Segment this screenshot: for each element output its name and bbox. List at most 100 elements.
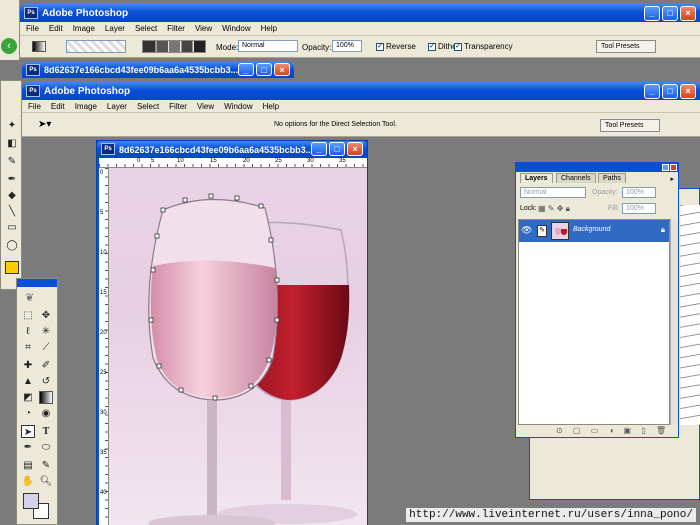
menu-image[interactable]: Image xyxy=(73,24,95,33)
clone-stamp-icon[interactable]: ▲ xyxy=(21,375,35,388)
transparency-checkbox[interactable]: ✓ xyxy=(454,42,462,51)
dodge-tool-icon[interactable]: ◉ xyxy=(39,407,53,420)
reverse-checkbox[interactable]: ✓ xyxy=(376,42,384,51)
menu-view[interactable]: View xyxy=(197,102,214,111)
marquee-tool-icon[interactable]: ⬚ xyxy=(21,309,35,322)
blend-mode-select[interactable]: Normal xyxy=(520,187,586,198)
paint-bucket-icon[interactable]: ◆ xyxy=(5,189,19,202)
menu-help[interactable]: Help xyxy=(263,102,279,111)
close-button[interactable]: × xyxy=(680,6,696,21)
layer-row-background[interactable]: 👁︎ ✎ Background 🔒︎ xyxy=(519,220,669,242)
vertical-ruler[interactable]: 0 5 10 15 20 25 30 35 40 xyxy=(99,168,109,525)
blur-tool-icon[interactable]: ◔ xyxy=(21,407,35,420)
magic-wand-icon[interactable]: ✳ xyxy=(39,325,53,338)
shape-tool-icon[interactable]: ⬭ xyxy=(39,441,53,454)
document-minimize-button[interactable]: _ xyxy=(311,142,327,156)
back-arrow-icon[interactable]: ‹ xyxy=(1,38,17,54)
minimize-button[interactable]: _ xyxy=(644,6,660,21)
eraser-tool-icon[interactable]: ◩ xyxy=(21,391,35,404)
menu-image[interactable]: Image xyxy=(75,102,97,111)
tab-layers[interactable]: Layers xyxy=(520,173,553,183)
history-brush-icon[interactable]: ↺ xyxy=(39,375,53,388)
menu-view[interactable]: View xyxy=(195,24,212,33)
front-window-titlebar[interactable]: Ps Adobe Photoshop _ □ × xyxy=(22,82,700,100)
menu-filter[interactable]: Filter xyxy=(169,102,187,111)
menu-select[interactable]: Select xyxy=(135,24,157,33)
lasso-tool-icon[interactable]: ℓ xyxy=(21,325,35,338)
gradient-tool-icon[interactable] xyxy=(32,41,46,52)
crop-tool-icon[interactable]: ⌗ xyxy=(21,341,35,354)
doc-minimize-button[interactable]: _ xyxy=(238,63,254,76)
mode-select[interactable]: Normal xyxy=(238,40,298,52)
panel-close-button[interactable] xyxy=(670,164,677,171)
pattern-stamp-icon[interactable]: ✦ xyxy=(5,119,19,132)
visibility-eye-icon[interactable]: 👁︎ xyxy=(521,225,533,237)
document-titlebar[interactable]: Ps 8d62637e166cbcd43fee09b6aa6a4535bcbb3… xyxy=(97,141,367,158)
menu-window[interactable]: Window xyxy=(222,24,250,33)
direct-selection-tool-icon[interactable]: ➤▾ xyxy=(38,119,51,130)
layer-opacity-field[interactable]: 100% xyxy=(622,187,656,198)
menu-file[interactable]: File xyxy=(26,24,39,33)
menu-filter[interactable]: Filter xyxy=(167,24,185,33)
minimize-button[interactable]: _ xyxy=(644,84,660,99)
fill-field[interactable]: 100% xyxy=(622,203,656,214)
layers-panel-header[interactable] xyxy=(516,163,678,172)
layers-footer-icons[interactable]: ⊙ ▢ ▭ ◑ ▣ ▯ 🗑︎ xyxy=(556,426,670,435)
tab-paths[interactable]: Paths xyxy=(598,173,626,183)
menu-window[interactable]: Window xyxy=(224,102,252,111)
hand-tool-icon[interactable]: ✋ xyxy=(21,475,35,488)
type-tool-icon[interactable]: T xyxy=(39,425,53,438)
gradient-picker[interactable] xyxy=(66,40,126,53)
panel-menu-arrow-icon[interactable]: ▸ xyxy=(670,175,674,183)
toolbox-header[interactable] xyxy=(17,279,57,287)
brush-link-icon[interactable]: ✎ xyxy=(537,225,547,237)
menu-edit[interactable]: Edit xyxy=(51,102,65,111)
back-doc-titlebar[interactable]: Ps 8d62637e166cbcd43fee09b6aa6a4535bcbb3… xyxy=(22,62,294,78)
ellipse-icon[interactable]: ◯ xyxy=(5,239,19,252)
move-tool-icon[interactable]: ✥ xyxy=(39,309,53,322)
gradient-tool-icon[interactable] xyxy=(39,391,53,404)
reverse-option[interactable]: ✓ Reverse xyxy=(376,42,416,51)
opacity-field[interactable]: 100% xyxy=(332,40,362,52)
dither-checkbox[interactable]: ✓ xyxy=(428,42,436,51)
eraser-icon[interactable]: ◧ xyxy=(5,137,19,150)
document-close-button[interactable]: × xyxy=(347,142,363,156)
panel-minimize-button[interactable] xyxy=(662,164,669,171)
back-window-titlebar[interactable]: Ps Adobe Photoshop _ □ × xyxy=(20,4,700,22)
close-button[interactable]: × xyxy=(680,84,696,99)
slice-tool-icon[interactable]: ⟋ xyxy=(39,341,53,354)
menu-help[interactable]: Help xyxy=(261,24,277,33)
doc-close-button[interactable]: × xyxy=(274,63,290,76)
gradient-type-buttons[interactable] xyxy=(142,40,206,53)
notes-tool-icon[interactable]: ▤ xyxy=(21,459,35,472)
healing-brush-icon[interactable]: ✚ xyxy=(21,359,35,372)
lock-icons[interactable]: ▦ ✎ ✥ 🔒︎ xyxy=(538,204,570,214)
direct-selection-icon[interactable]: ➤ xyxy=(21,425,35,438)
menu-file[interactable]: File xyxy=(28,102,41,111)
brush-tool-icon[interactable]: ✐ xyxy=(39,359,53,372)
eyedropper-icon[interactable]: ✎ xyxy=(5,155,19,168)
tool-presets-tab[interactable]: Tool Presets xyxy=(596,40,656,53)
document-canvas[interactable] xyxy=(109,168,367,525)
menu-select[interactable]: Select xyxy=(137,102,159,111)
eyedropper-tool-icon[interactable]: ✎ xyxy=(39,459,53,472)
tab-channels[interactable]: Channels xyxy=(556,173,596,183)
document-maximize-button[interactable]: □ xyxy=(329,142,345,156)
maximize-button[interactable]: □ xyxy=(662,6,678,21)
zoom-tool-icon[interactable]: 🔍︎ xyxy=(39,475,53,488)
maximize-button[interactable]: □ xyxy=(662,84,678,99)
tool-presets-tab[interactable]: Tool Presets xyxy=(600,119,660,132)
transparency-option[interactable]: ✓ Transparency xyxy=(454,42,513,51)
color-swatch-icon[interactable] xyxy=(5,261,19,274)
menu-edit[interactable]: Edit xyxy=(49,24,63,33)
layers-scrollbar[interactable] xyxy=(670,219,678,425)
horizontal-ruler[interactable]: 0 5 10 15 20 25 30 35 xyxy=(99,158,367,168)
menu-layer[interactable]: Layer xyxy=(107,102,127,111)
rectangle-icon[interactable]: ▭ xyxy=(5,221,19,234)
pen-icon[interactable]: ✒ xyxy=(5,173,19,186)
pen-tool-icon[interactable]: ✒ xyxy=(21,441,35,454)
foreground-color-swatch[interactable] xyxy=(23,493,39,509)
menu-layer[interactable]: Layer xyxy=(105,24,125,33)
line-icon[interactable]: ╲ xyxy=(5,205,19,218)
doc-maximize-button[interactable]: □ xyxy=(256,63,272,76)
